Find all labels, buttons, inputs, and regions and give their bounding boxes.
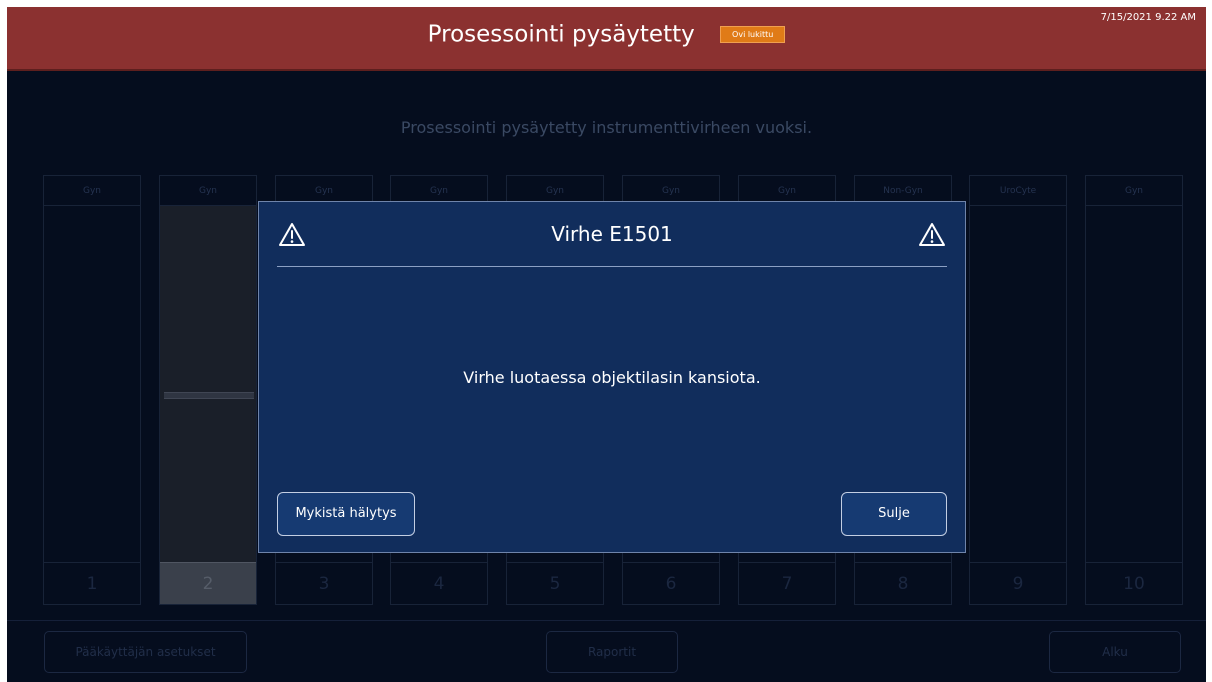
- slot-number: 6: [623, 562, 719, 604]
- close-button[interactable]: Sulje: [841, 492, 947, 536]
- admin-settings-button[interactable]: Pääkäyttäjän asetukset: [44, 631, 247, 673]
- door-locked-badge: Ovi lukittu: [720, 26, 786, 43]
- slot-label: Gyn: [160, 176, 256, 206]
- slot-label: Gyn: [1086, 176, 1182, 206]
- app-screen: Prosessointi pysäytetty Ovi lukittu 7/15…: [7, 7, 1206, 682]
- slot-number: 8: [855, 562, 951, 604]
- footer-divider: [7, 620, 1206, 621]
- page-title: Prosessointi pysäytetty: [427, 21, 695, 48]
- slot-number: 2: [160, 562, 256, 604]
- home-button[interactable]: Alku: [1049, 631, 1181, 673]
- header-title-group: Prosessointi pysäytetty Ovi lukittu: [7, 21, 1206, 48]
- warning-triangle-icon: [918, 221, 946, 249]
- slot-number: 7: [739, 562, 835, 604]
- slot-number: 5: [507, 562, 603, 604]
- error-dialog: Virhe E1501 Virhe luotaessa objektilasin…: [258, 201, 966, 553]
- dialog-divider: [277, 266, 947, 267]
- reports-button[interactable]: Raportit: [546, 631, 678, 673]
- mute-alarm-button[interactable]: Mykistä hälytys: [277, 492, 415, 536]
- slide-holder: [164, 392, 254, 399]
- slot-number: 1: [44, 562, 140, 604]
- slot-label: Gyn: [44, 176, 140, 206]
- slot-label: UroCyte: [970, 176, 1066, 206]
- slot[interactable]: Gyn 2: [159, 175, 257, 605]
- dialog-message: Virhe luotaessa objektilasin kansiota.: [463, 368, 761, 387]
- slot[interactable]: Gyn 1: [43, 175, 141, 605]
- status-message: Prosessointi pysäytetty instrumenttivirh…: [400, 118, 813, 137]
- clock: 7/15/2021 9.22 AM: [1100, 12, 1196, 23]
- slot-number: 3: [276, 562, 372, 604]
- slot[interactable]: Gyn 10: [1085, 175, 1183, 605]
- status-header: Prosessointi pysäytetty Ovi lukittu 7/15…: [7, 7, 1206, 71]
- slot-number: 4: [391, 562, 487, 604]
- slot[interactable]: UroCyte 9: [969, 175, 1067, 605]
- slot-number: 9: [970, 562, 1066, 604]
- slot-number: 10: [1086, 562, 1182, 604]
- dialog-title: Virhe E1501: [551, 222, 673, 246]
